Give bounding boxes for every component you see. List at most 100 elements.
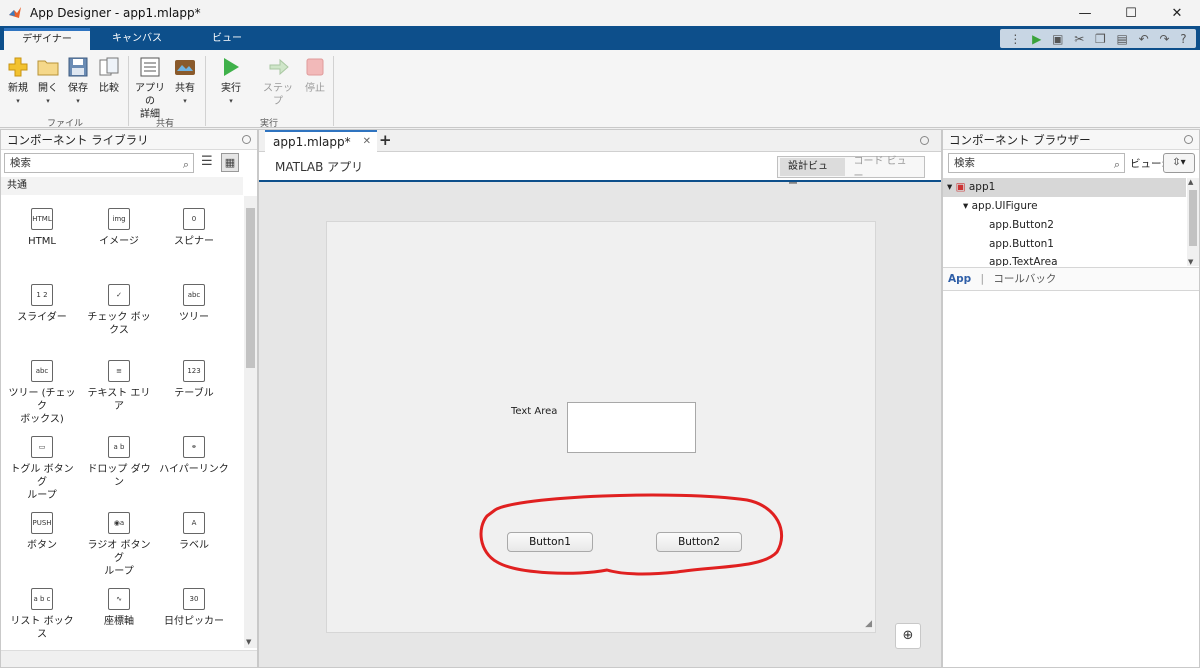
close-panel-icon[interactable] — [920, 136, 929, 145]
close-panel-icon[interactable] — [242, 135, 251, 144]
minimize-button[interactable]: — — [1062, 0, 1108, 26]
app-details-button[interactable]: アプリの 詳細 — [133, 56, 167, 121]
component-icon: A — [183, 512, 205, 534]
new-button[interactable]: 新規 ▾ — [6, 56, 30, 108]
component-item[interactable]: 0 スピナー — [159, 208, 229, 248]
library-scrollbar[interactable]: ▼ — [244, 196, 257, 648]
paste-icon[interactable]: ▤ — [1117, 32, 1128, 46]
browser-search-input[interactable]: 検索 ⌕ — [948, 153, 1125, 173]
save-icon[interactable]: ▣ — [1052, 32, 1063, 46]
component-item[interactable]: ∿ 座標軸 — [84, 588, 154, 628]
design-view-button[interactable]: 設計ビュー — [780, 158, 846, 190]
tree-node-button2[interactable]: app.Button2 — [989, 216, 1054, 235]
component-item[interactable]: A ラベル — [159, 512, 229, 552]
ui-figure-canvas[interactable]: Text Area Button1 Button2 ◢ — [326, 221, 876, 633]
section-common: 共通 — [1, 177, 243, 195]
group-file-label: ファイル — [46, 119, 83, 129]
quick-access-toolbar: ⋮ ▶ ▣ ✂ ❐ ▤ ↶ ↷ ? — [1000, 29, 1196, 48]
component-item[interactable]: abc ツリー (チェック ボックス) — [7, 360, 77, 426]
component-item[interactable]: ▭ トグル ボタン グ ループ — [7, 436, 77, 502]
stop-icon — [304, 56, 326, 78]
stop-button[interactable]: 停止 — [303, 56, 327, 95]
component-item[interactable]: a b c リスト ボックス — [7, 588, 77, 641]
tree-node-uifigure[interactable]: ▾ app.UIFigure — [963, 197, 1038, 216]
component-item[interactable]: PUSH ボタン — [7, 512, 77, 552]
component-item[interactable]: ✓ チェック ボックス — [84, 284, 154, 337]
search-icon[interactable]: ⌕ — [1114, 156, 1120, 174]
tree-node-label: app.UIFigure — [971, 200, 1038, 212]
play-icon — [220, 56, 242, 78]
close-button[interactable]: ✕ — [1154, 0, 1200, 26]
app-icon: ▣ — [955, 181, 966, 193]
add-tab-icon[interactable]: + — [379, 131, 392, 149]
tab-canvas[interactable]: キャンバス — [94, 28, 180, 50]
open-button[interactable]: 開く ▾ — [36, 56, 60, 108]
share-button[interactable]: 共有 ▾ — [172, 56, 198, 108]
undo-icon[interactable]: ↶ — [1139, 32, 1149, 46]
component-label: リスト ボックス — [10, 616, 74, 640]
tab-view[interactable]: ビュー — [184, 28, 270, 50]
component-icon: abc — [183, 284, 205, 306]
component-label: 日付ピッカー — [164, 616, 224, 627]
redo-icon[interactable]: ↷ — [1159, 32, 1169, 46]
code-view-button[interactable]: コード ビュー — [845, 152, 924, 182]
component-icon: 0 — [183, 208, 205, 230]
step-button[interactable]: ステップ — [261, 56, 295, 108]
component-item[interactable]: img イメージ — [84, 208, 154, 248]
component-item[interactable]: ≡ テキスト エリア — [84, 360, 154, 413]
view-toggle: 設計ビュー コード ビュー — [777, 156, 925, 190]
save-label: 保存 — [68, 83, 88, 94]
textarea-label: Text Area — [511, 406, 558, 417]
copy-icon[interactable]: ❐ — [1095, 32, 1106, 46]
zoom-icon[interactable]: ⊕ — [895, 623, 921, 649]
text-area[interactable] — [567, 402, 696, 453]
component-library-header: コンポーネント ライブラリ — [1, 130, 257, 150]
tab-callbacks[interactable]: コールバック — [993, 273, 1056, 285]
run-icon[interactable]: ▶ — [1032, 32, 1041, 46]
open-label: 開く — [38, 83, 58, 94]
browser-scrollbar[interactable]: ▲ ▼ — [1187, 178, 1199, 266]
component-label: テーブル — [174, 388, 214, 399]
divider — [205, 56, 206, 126]
component-item[interactable]: 1 2 スライダー — [7, 284, 77, 324]
component-label: 座標軸 — [104, 616, 134, 627]
compare-button[interactable]: 比較 — [97, 56, 121, 95]
run-button[interactable]: 実行 ▾ — [219, 56, 243, 108]
cut-icon[interactable]: ✂ — [1074, 32, 1084, 46]
tab-designer[interactable]: デザイナー — [4, 28, 90, 50]
close-tab-icon[interactable]: ✕ — [363, 132, 371, 152]
component-item[interactable]: abc ツリー — [159, 284, 229, 324]
ribbon-toolbar: 新規 ▾ 開く ▾ 保存 ▾ 比較 アプリの 詳細 共有 ▾ 実行 ▾ ステップ 停止 ファ… — [0, 50, 1200, 129]
component-item[interactable]: a b ドロップ ダウン — [84, 436, 154, 489]
app-details-label-1: アプリの — [135, 83, 165, 107]
tab-app[interactable]: App — [948, 273, 971, 285]
document-tabs: app1.mlapp* ✕ + — [259, 130, 941, 152]
tree-node-app1[interactable]: ▾ ▣ app1 — [943, 178, 1186, 197]
library-search-input[interactable]: 検索 ⌕ — [4, 153, 194, 173]
resize-grip-icon[interactable]: ◢ — [865, 619, 872, 629]
component-icon: a b — [108, 436, 130, 458]
component-icon: abc — [31, 360, 53, 382]
save-button[interactable]: 保存 ▾ — [66, 56, 90, 108]
component-item[interactable]: 30 日付ピッカー — [159, 588, 229, 628]
component-item[interactable]: ⚭ ハイパーリンク — [159, 436, 229, 476]
component-icon: 1 2 — [31, 284, 53, 306]
grid-view-icon[interactable]: ▦ — [221, 153, 239, 172]
help-icon[interactable]: ? — [1180, 32, 1186, 46]
tree-node-textarea[interactable]: app.TextArea — [989, 254, 1058, 266]
component-label: イメージ — [99, 236, 139, 247]
component-item[interactable]: 123 テーブル — [159, 360, 229, 400]
maximize-button[interactable]: ☐ — [1108, 0, 1154, 26]
close-panel-icon[interactable] — [1184, 135, 1193, 144]
run-label: 実行 — [221, 83, 241, 94]
list-view-icon[interactable]: ☰ — [201, 154, 213, 169]
component-item[interactable]: HTML HTML — [7, 208, 77, 248]
step-label: ステップ — [263, 83, 293, 107]
view-dropdown[interactable]: ⇳▾ — [1163, 153, 1195, 173]
tree-node-button1[interactable]: app.Button1 — [989, 235, 1054, 254]
document-tab[interactable]: app1.mlapp* ✕ — [265, 130, 377, 152]
library-hscrollbar[interactable] — [1, 650, 257, 667]
component-icon: HTML — [31, 208, 53, 230]
component-item[interactable]: ◉a ラジオ ボタン グ ループ — [84, 512, 154, 578]
title-bar: App Designer - app1.mlapp* — ☐ ✕ — [0, 0, 1200, 26]
